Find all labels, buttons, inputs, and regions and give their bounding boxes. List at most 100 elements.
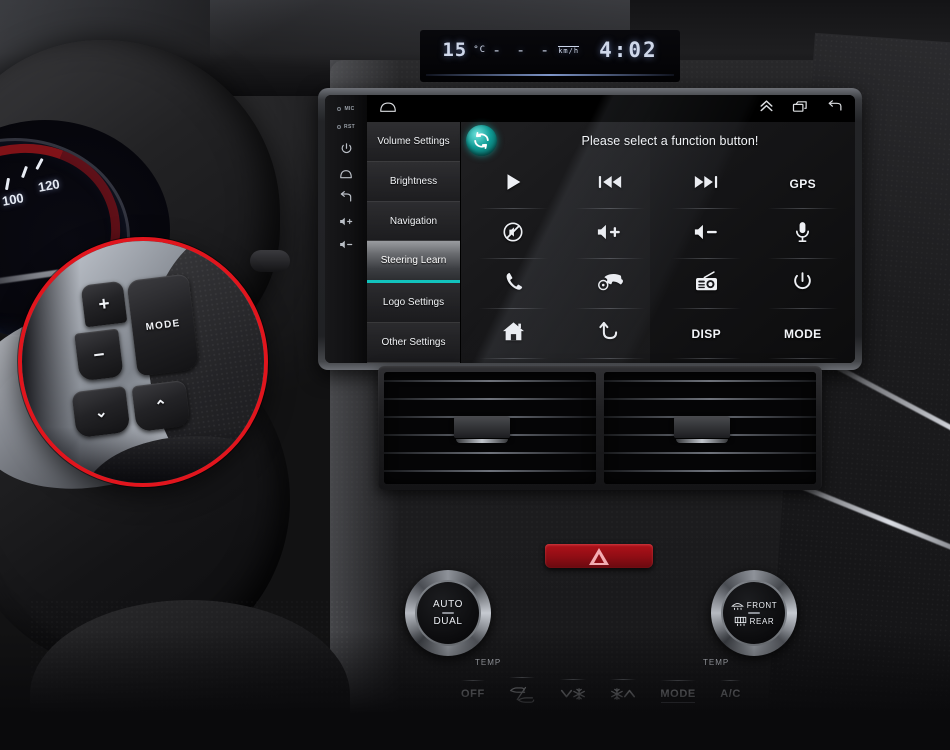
sidebar-item-other-settings[interactable]: Other Settings xyxy=(367,323,460,363)
sidebar-item-navigation[interactable]: Navigation xyxy=(367,201,460,242)
disp-button-label: DISP xyxy=(691,327,722,341)
knob-divider xyxy=(442,612,454,614)
function-cell[interactable] xyxy=(465,209,562,259)
android-status-bar xyxy=(367,95,855,122)
sidebar-item-logo-settings[interactable]: Logo Settings xyxy=(367,283,460,324)
sidebar-item-label: Steering Learn xyxy=(380,255,447,267)
radio-icon xyxy=(694,271,719,297)
sidebar-item-label: Logo Settings xyxy=(382,297,445,309)
function-cell[interactable] xyxy=(562,309,659,359)
function-button-grid: GPS DISP MODE xyxy=(461,159,855,363)
mode-label: MODE xyxy=(145,317,181,333)
steering-wheel-callout: + − MODE ⌄ ⌃ xyxy=(18,237,268,487)
rear-defrost-row: REAR xyxy=(734,616,775,626)
clock: 4:02 xyxy=(599,38,658,62)
temperature-unit: °C xyxy=(473,45,487,55)
mic-indicator-dot xyxy=(337,107,342,111)
vent-direction-knob[interactable] xyxy=(673,416,730,443)
panel-header: Please select a function button! xyxy=(461,122,855,159)
play-icon xyxy=(502,171,524,198)
phone-hangup-icon xyxy=(597,272,623,297)
rear-defrost-icon xyxy=(734,616,746,626)
air-vents xyxy=(378,366,822,490)
function-cell[interactable] xyxy=(562,159,659,209)
vehicle-info-display: 15 °C - - - km/h 4:02 xyxy=(420,30,680,82)
air-vent-right[interactable] xyxy=(604,372,816,484)
function-cell[interactable]: GPS xyxy=(755,159,852,209)
front-label: FRONT xyxy=(746,600,778,610)
chevron-up-icon: ⌃ xyxy=(153,396,169,416)
minus-icon: − xyxy=(92,343,106,367)
microphone-icon xyxy=(795,221,810,248)
steering-mode-button[interactable]: MODE xyxy=(126,273,200,377)
settings-screen: Volume Settings Brightness Navigation St… xyxy=(367,122,855,363)
knob-divider xyxy=(748,612,760,614)
function-cell[interactable] xyxy=(465,309,562,359)
phone-icon xyxy=(503,271,524,297)
home-icon[interactable] xyxy=(379,100,397,118)
air-vent-left[interactable] xyxy=(384,372,596,484)
head-unit-hardkeys: MIC RST xyxy=(325,95,367,363)
callout-shadow xyxy=(22,427,264,483)
reset-indicator[interactable]: RST xyxy=(337,124,355,130)
power-icon[interactable] xyxy=(340,142,353,155)
dual-label: DUAL xyxy=(433,616,463,627)
volume-up-icon[interactable] xyxy=(339,216,354,227)
sidebar-item-label: Volume Settings xyxy=(377,135,450,147)
recent-apps-icon[interactable] xyxy=(792,100,808,118)
head-unit-screen: Volume Settings Brightness Navigation St… xyxy=(367,95,855,363)
sync-reset-icon[interactable] xyxy=(466,125,497,156)
mic-label: MIC xyxy=(344,106,355,112)
vent-direction-knob[interactable] xyxy=(453,416,510,443)
front-defrost-icon xyxy=(730,603,744,610)
info-display-underline xyxy=(426,74,674,76)
sidebar-item-label: Other Settings xyxy=(381,337,446,349)
sidebar-item-steering-learn[interactable]: Steering Learn xyxy=(367,241,460,284)
steering-volume-up-button[interactable]: + xyxy=(80,280,128,328)
function-cell[interactable] xyxy=(465,259,562,309)
lower-console-shadow xyxy=(0,630,950,750)
volume-down-icon xyxy=(694,223,719,246)
previous-track-icon xyxy=(598,173,622,196)
function-cell[interactable]: MODE xyxy=(755,309,852,359)
function-cell[interactable] xyxy=(658,159,755,209)
function-cell[interactable] xyxy=(755,259,852,309)
sidebar-item-volume-settings[interactable]: Volume Settings xyxy=(367,122,460,162)
function-cell[interactable] xyxy=(755,209,852,259)
function-cell[interactable] xyxy=(465,159,562,209)
home-house-icon xyxy=(502,321,525,347)
steering-volume-down-button[interactable]: − xyxy=(74,328,124,382)
range-unit: km/h xyxy=(558,45,580,55)
reset-label: RST xyxy=(344,124,355,130)
gps-button-label: GPS xyxy=(789,177,817,191)
chevron-up-double-icon[interactable] xyxy=(759,99,774,118)
back-icon[interactable] xyxy=(826,99,843,118)
chevron-down-icon: ⌄ xyxy=(93,402,109,422)
back-arrow-icon xyxy=(599,321,621,347)
outside-temperature: 15 xyxy=(442,39,468,61)
screenshot-stage: 120 100 80 60 15 °C - - - km/h 4:02 MIC xyxy=(0,0,950,750)
volume-down-icon[interactable] xyxy=(339,239,354,250)
mode-button-label: MODE xyxy=(783,327,822,341)
function-cell[interactable] xyxy=(658,209,755,259)
range-value: - - - xyxy=(492,41,553,59)
hazard-lights-button[interactable] xyxy=(545,544,653,568)
steering-seek-up-button[interactable]: ⌃ xyxy=(131,379,191,433)
function-cell[interactable] xyxy=(562,209,659,259)
auto-label: AUTO xyxy=(433,599,463,610)
next-track-icon xyxy=(694,173,718,196)
hazard-triangle-icon xyxy=(589,547,609,565)
function-cell[interactable] xyxy=(562,259,659,309)
function-cell[interactable]: DISP xyxy=(658,309,755,359)
volume-up-icon xyxy=(597,223,622,246)
function-cell[interactable] xyxy=(658,259,755,309)
sidebar-item-brightness[interactable]: Brightness xyxy=(367,161,460,202)
front-defrost-row: FRONT xyxy=(730,600,778,610)
mic-indicator: MIC xyxy=(337,106,354,112)
power-icon xyxy=(792,271,813,297)
reset-indicator-dot xyxy=(337,125,342,129)
sidebar-item-label: Brightness xyxy=(389,175,438,187)
home-icon[interactable] xyxy=(339,167,353,179)
head-unit: MIC RST Volume Settings Brightness Navig… xyxy=(318,88,862,370)
back-icon[interactable] xyxy=(339,191,353,204)
